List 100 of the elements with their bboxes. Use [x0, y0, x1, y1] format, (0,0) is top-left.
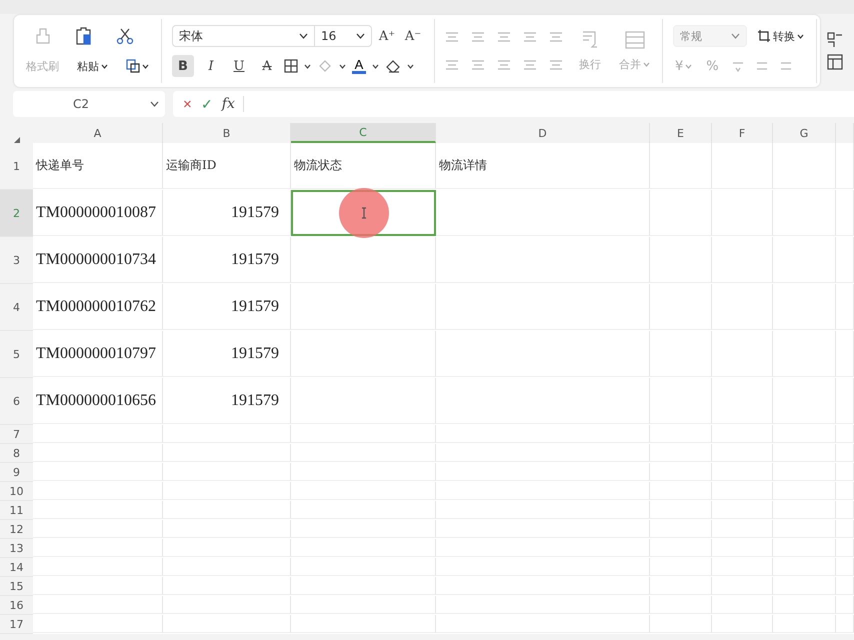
table-cell	[712, 444, 773, 462]
copy-button[interactable]	[124, 58, 151, 74]
table-cell	[650, 331, 712, 377]
table-cell	[773, 482, 836, 500]
justify-icon[interactable]	[523, 59, 537, 71]
outdent-icon[interactable]	[523, 31, 537, 43]
chevron-icon[interactable]	[356, 33, 365, 39]
table-cell	[836, 596, 854, 614]
caret-icon[interactable]	[372, 64, 379, 68]
column-header[interactable]: D	[436, 123, 650, 143]
column-header[interactable]: B	[163, 123, 291, 143]
table-cell	[712, 596, 773, 614]
selected-cell[interactable]	[291, 190, 436, 236]
insert-function-button[interactable]: fx	[222, 96, 244, 112]
formula-input[interactable]: × ✓ fx	[173, 91, 854, 117]
indent-icon[interactable]	[549, 31, 563, 43]
caret-icon[interactable]	[101, 64, 108, 68]
paste-button[interactable]: 粘贴	[75, 58, 110, 74]
confirm-button[interactable]: ✓	[200, 96, 213, 112]
fill-color-icon[interactable]	[317, 58, 333, 74]
table-cell: TM000000010656	[33, 378, 163, 424]
row-header[interactable]: 12	[0, 520, 33, 539]
column-header[interactable]: E	[650, 123, 712, 143]
row-header[interactable]: 11	[0, 501, 33, 520]
row-header[interactable]: 9	[0, 463, 33, 482]
decrease-font-button[interactable]: A⁻	[402, 25, 424, 47]
font-color-button[interactable]: A	[352, 58, 366, 74]
caret-icon[interactable]	[407, 64, 414, 68]
borders-icon[interactable]	[284, 59, 298, 73]
table-cell	[712, 463, 773, 481]
underline-button[interactable]: U	[228, 55, 250, 77]
row-header[interactable]: 16	[0, 596, 33, 615]
caret-icon[interactable]	[304, 64, 311, 68]
table-cell	[773, 615, 836, 633]
table-cell	[712, 482, 773, 500]
table-cell: 191579	[163, 331, 291, 377]
align-center-icon[interactable]	[471, 59, 485, 71]
table-icon[interactable]	[827, 54, 843, 70]
increase-font-button[interactable]: A⁺	[376, 25, 398, 47]
table-cell: TM000000010762	[33, 284, 163, 330]
table-cell	[773, 558, 836, 576]
font-name-dropdown[interactable]: 宋体	[172, 25, 315, 47]
row-header[interactable]: 13	[0, 539, 33, 558]
row-header[interactable]: 3	[0, 237, 33, 284]
convert-button[interactable]: 转换	[755, 28, 806, 44]
row-header[interactable]: 4	[0, 284, 33, 331]
font-size-dropdown[interactable]: 16	[314, 25, 372, 47]
align-top-icon[interactable]	[445, 31, 459, 43]
scissors-icon[interactable]	[116, 27, 134, 45]
row-header[interactable]: 15	[0, 577, 33, 596]
caret-icon[interactable]	[142, 64, 149, 68]
table-cell	[836, 539, 854, 557]
row-header[interactable]: 7	[0, 425, 33, 444]
align-middle-icon[interactable]	[471, 31, 485, 43]
align-bottom-icon[interactable]	[497, 31, 511, 43]
cancel-button[interactable]: ×	[183, 96, 192, 112]
column-title: 物流状态	[291, 143, 436, 189]
table-cell	[650, 520, 712, 538]
table-cell	[836, 444, 854, 462]
column-header[interactable]: A	[33, 123, 163, 143]
caret-icon[interactable]	[797, 34, 804, 38]
table-cell	[650, 425, 712, 443]
name-box[interactable]: C2	[13, 91, 165, 117]
row-header[interactable]: 1	[0, 143, 33, 190]
table-cell	[836, 190, 854, 236]
italic-button[interactable]: I	[200, 55, 222, 77]
wrap-text-icon[interactable]	[580, 30, 600, 50]
bold-button[interactable]: B	[172, 55, 194, 77]
eraser-icon[interactable]	[385, 59, 401, 73]
table-cell	[773, 520, 836, 538]
copy-icon[interactable]	[126, 59, 140, 73]
table-cell	[712, 190, 773, 236]
table-cell	[712, 539, 773, 557]
table-cell	[712, 615, 773, 633]
distribute-icon[interactable]	[549, 59, 563, 71]
table-cell	[773, 143, 836, 189]
table-cell	[712, 284, 773, 330]
row-header[interactable]: 5	[0, 331, 33, 378]
column-header[interactable]: F	[712, 123, 773, 143]
column-header[interactable]: G	[773, 123, 836, 143]
strikethrough-button[interactable]: A	[256, 55, 278, 77]
conditional-format-icon[interactable]	[827, 32, 843, 48]
table-cell	[836, 482, 854, 500]
table-cell	[773, 190, 836, 236]
chevron-icon[interactable]	[150, 101, 159, 107]
text-cursor-icon[interactable]	[360, 207, 366, 219]
paintbrush-icon[interactable]	[34, 27, 52, 45]
table-cell	[836, 501, 854, 519]
align-left-icon[interactable]	[445, 59, 459, 71]
chevron-icon[interactable]	[299, 33, 308, 39]
row-header[interactable]: 17	[0, 615, 33, 634]
row-header[interactable]: 8	[0, 444, 33, 463]
convert-icon[interactable]	[757, 29, 771, 43]
row-header[interactable]: 14	[0, 558, 33, 577]
row-header[interactable]: 6	[0, 378, 33, 425]
table-cell	[712, 143, 773, 189]
align-right-icon[interactable]	[497, 59, 511, 71]
caret-icon[interactable]	[339, 64, 346, 68]
merge-cells-icon[interactable]	[624, 30, 644, 50]
row-header[interactable]: 10	[0, 482, 33, 501]
